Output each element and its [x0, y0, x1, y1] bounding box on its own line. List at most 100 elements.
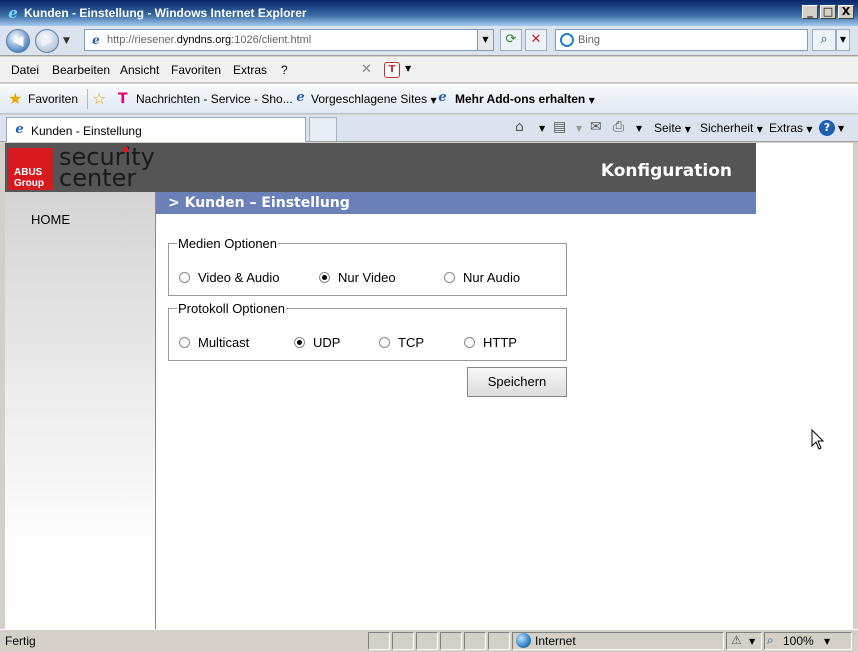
radio-dot-checked[interactable] [319, 272, 330, 283]
status-text: Fertig [5, 634, 36, 648]
url-input[interactable]: e http://riesener.dyndns.org:1026/client… [84, 29, 494, 51]
menu-datei[interactable]: Datei [11, 63, 39, 77]
tools-menu[interactable]: Extras ▼ [769, 121, 813, 135]
radio-dot[interactable] [179, 337, 190, 348]
toolbar-addon-icon[interactable]: T [384, 62, 400, 78]
radio-http[interactable]: HTTP [464, 335, 517, 350]
ie-logo-icon: e [8, 4, 18, 22]
zoom-icon[interactable]: ⌕ [767, 633, 774, 648]
radio-dot[interactable] [379, 337, 390, 348]
print-dropdown-icon[interactable]: ▼ [636, 124, 642, 133]
protocol-options-legend: Protokoll Optionen [178, 301, 285, 316]
status-pane [368, 632, 390, 650]
menu-favoriten[interactable]: Favoriten [171, 63, 221, 77]
save-button[interactable]: Speichern [467, 367, 567, 397]
protected-mode-dropdown-icon[interactable]: ▼ [749, 637, 755, 646]
print-icon[interactable]: ⎙ [613, 119, 624, 135]
fav-mehr-addons[interactable]: Mehr Add-ons erhalten ▼ [455, 92, 595, 106]
protocol-options-group: Protokoll Optionen Multicast UDP TCP HTT… [168, 301, 567, 361]
stop-button[interactable]: ✕ [525, 29, 547, 51]
url-text: http://riesener.dyndns.org:1026/client.h… [107, 34, 312, 46]
menu-help[interactable]: ? [281, 63, 288, 77]
search-options-dropdown[interactable]: ▼ [836, 29, 850, 51]
search-placeholder: Bing [578, 34, 601, 46]
window-title: Kunden - Einstellung - Windows Internet … [24, 6, 307, 20]
refresh-button[interactable]: ⟳ [500, 29, 522, 51]
chevron-down-icon: ▼ [588, 96, 595, 105]
internet-globe-icon [516, 633, 531, 648]
feeds-dropdown-icon[interactable]: ▼ [576, 124, 582, 133]
address-bar: ◀ ▶ ▼ e http://riesener.dyndns.org:1026/… [0, 26, 858, 56]
radio-tcp[interactable]: TCP [379, 335, 424, 350]
minimize-button[interactable]: _ [802, 5, 818, 19]
close-toolbar-icon[interactable]: ✕ [361, 62, 372, 77]
radio-dot[interactable] [464, 337, 475, 348]
close-button[interactable]: X [838, 5, 854, 19]
radio-dot-checked[interactable] [294, 337, 305, 348]
toolbar-addon-dropdown-icon[interactable]: ▼ [405, 64, 411, 73]
search-input[interactable]: Bing [555, 29, 808, 51]
add-favorite-icon[interactable]: ☆ [92, 89, 106, 108]
mail-icon[interactable]: ✉ [590, 119, 602, 135]
radio-dot[interactable] [444, 272, 455, 283]
status-bar: Fertig Internet ⚠ ▼ ⌕ 100% ▼ [0, 629, 858, 652]
url-dropdown-icon[interactable]: ▼ [477, 30, 493, 50]
zone-text: Internet [535, 634, 576, 648]
mouse-cursor-icon [811, 429, 825, 450]
help-dropdown-icon[interactable]: ▼ [838, 124, 844, 133]
radio-video-audio[interactable]: Video & Audio [179, 270, 279, 285]
radio-multicast[interactable]: Multicast [179, 335, 249, 350]
section-title: > Kunden – Einstellung [156, 192, 756, 214]
status-pane [440, 632, 462, 650]
chevron-down-icon: ▼ [806, 125, 813, 134]
ie-page-icon: e [296, 90, 305, 105]
fav-vorgeschlagene-sites[interactable]: Vorgeschlagene Sites ▼ [311, 92, 437, 106]
safety-menu[interactable]: Sicherheit ▼ [700, 121, 763, 135]
tab-kunden-einstellung[interactable]: e Kunden - Einstellung [6, 117, 306, 142]
radio-nur-video[interactable]: Nur Video [319, 270, 396, 285]
status-pane [392, 632, 414, 650]
zoom-level[interactable]: 100% [783, 634, 814, 648]
telekom-icon: T [118, 91, 128, 107]
history-dropdown-icon[interactable]: ▼ [63, 36, 70, 46]
favorites-bar: ★ Favoriten ☆ T Nachrichten - Service - … [0, 84, 858, 114]
search-button[interactable]: ⌕ [812, 29, 836, 51]
page-header: ABUS Group security center Konfiguration [5, 143, 756, 192]
radio-nur-audio[interactable]: Nur Audio [444, 270, 520, 285]
sidebar: HOME [5, 192, 156, 629]
menu-bar: Datei Bearbeiten Ansicht Favoriten Extra… [0, 57, 858, 83]
status-pane [464, 632, 486, 650]
menu-bearbeiten[interactable]: Bearbeiten [52, 63, 110, 77]
page-header-title: Konfiguration [600, 161, 732, 181]
back-button[interactable]: ◀ [6, 29, 30, 53]
security-center-logo: security center [59, 143, 155, 192]
page-icon: e [92, 33, 100, 47]
protected-mode-icon[interactable]: ⚠ [731, 633, 742, 647]
status-pane [416, 632, 438, 650]
menu-extras[interactable]: Extras [233, 63, 267, 77]
logo-accent-dot [123, 147, 128, 152]
zoom-dropdown-icon[interactable]: ▼ [824, 637, 830, 646]
fav-nachrichten[interactable]: Nachrichten - Service - Sho... [136, 92, 293, 106]
feeds-icon[interactable]: ▤ [553, 119, 566, 135]
media-options-legend: Medien Optionen [178, 236, 278, 251]
favorites-star-icon: ★ [8, 89, 23, 108]
radio-udp[interactable]: UDP [294, 335, 340, 350]
sidebar-item-home[interactable]: HOME [31, 212, 70, 227]
window-titlebar[interactable]: e Kunden - Einstellung - Windows Interne… [0, 0, 858, 26]
page-menu[interactable]: Seite ▼ [654, 121, 691, 135]
bing-icon [560, 33, 574, 47]
help-icon[interactable]: ? [819, 120, 835, 136]
ie-page-icon: e [15, 122, 24, 137]
home-icon[interactable]: ⌂ [515, 119, 524, 135]
radio-dot[interactable] [179, 272, 190, 283]
forward-button[interactable]: ▶ [35, 29, 59, 53]
maximize-button[interactable]: □ [820, 5, 836, 19]
home-dropdown-icon[interactable]: ▼ [539, 124, 545, 133]
favorites-button[interactable]: Favoriten [28, 92, 78, 106]
status-pane [488, 632, 510, 650]
menu-ansicht[interactable]: Ansicht [120, 63, 159, 77]
new-tab-button[interactable] [309, 117, 337, 141]
tab-label: Kunden - Einstellung [31, 124, 142, 138]
chevron-down-icon: ▼ [684, 125, 691, 134]
